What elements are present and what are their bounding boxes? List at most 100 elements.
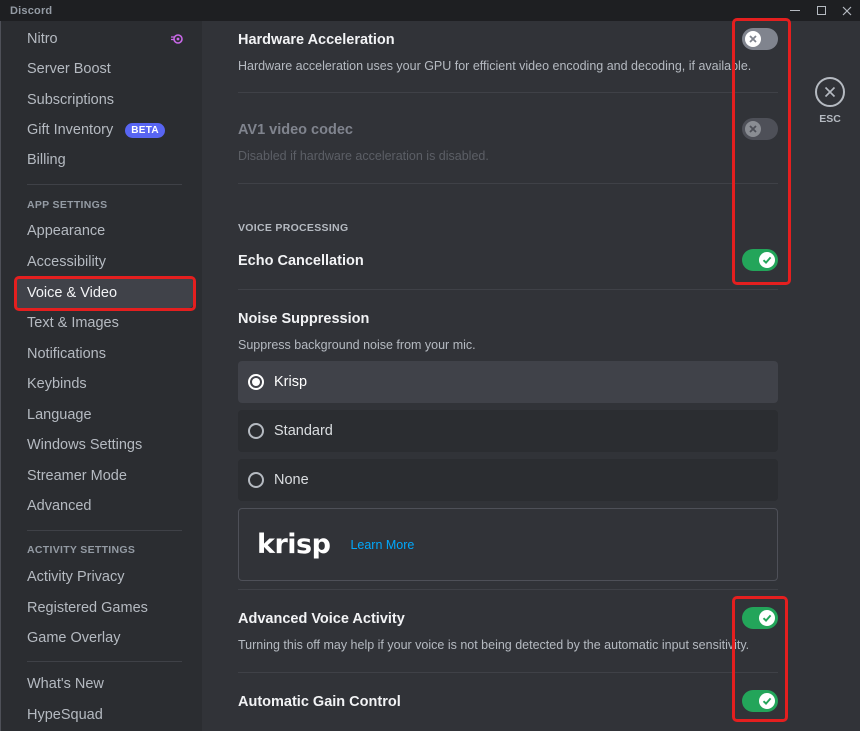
toggle-knob [759, 693, 775, 709]
sidebar-item-nitro[interactable]: Nitro [15, 24, 193, 54]
sidebar-item-label: Streamer Mode [27, 468, 127, 484]
hardware-acceleration-toggle[interactable] [742, 28, 778, 50]
setting-divider [238, 672, 778, 673]
noise-option-standard[interactable]: Standard [238, 410, 778, 452]
sidebar-item-label: What's New [27, 676, 104, 692]
sidebar-item-activity-privacy[interactable]: Activity Privacy [15, 562, 193, 592]
advanced-voice-activity-desc: Turning this off may help if your voice … [238, 638, 750, 652]
toggle-knob [759, 610, 775, 626]
noise-option-none[interactable]: None [238, 459, 778, 501]
close-icon [842, 6, 852, 15]
x-icon [749, 125, 757, 133]
hardware-acceleration-title: Hardware Acceleration [238, 32, 395, 48]
advanced-voice-activity-title: Advanced Voice Activity [238, 611, 405, 627]
sidebar-item-game-overlay[interactable]: Game Overlay [15, 623, 193, 653]
sidebar-item-label: Billing [27, 152, 66, 168]
radio-button [248, 374, 264, 390]
setting-divider [238, 289, 778, 290]
sidebar-item-voice-video[interactable]: Voice & Video [15, 278, 193, 308]
sidebar-item-label: HypeSquad [27, 707, 103, 723]
esc-control: ESC [814, 77, 846, 125]
radio-dot [252, 378, 260, 386]
sidebar-item-gift-inventory[interactable]: Gift Inventory BETA [15, 115, 193, 145]
noise-suppression-desc: Suppress background noise from your mic. [238, 338, 476, 352]
sidebar-item-windows-settings[interactable]: Windows Settings [15, 430, 193, 460]
sidebar-item-advanced[interactable]: Advanced [15, 491, 193, 521]
toggle-knob [745, 121, 761, 137]
echo-cancellation-toggle[interactable] [742, 249, 778, 271]
sidebar-item-billing[interactable]: Billing [15, 145, 193, 175]
av1-codec-toggle[interactable] [742, 118, 778, 140]
app-title: Discord [10, 4, 53, 17]
radio-label: Standard [274, 423, 333, 439]
check-icon [762, 256, 772, 264]
noise-suppression-title: Noise Suppression [238, 311, 370, 327]
x-icon [749, 35, 757, 43]
close-icon [824, 86, 836, 98]
toggle-knob [745, 31, 761, 47]
sidebar-item-whats-new[interactable]: What's New [15, 669, 193, 699]
sidebar-item-accessibility[interactable]: Accessibility [15, 247, 193, 277]
sidebar-item-notifications[interactable]: Notifications [15, 339, 193, 369]
esc-label: ESC [819, 113, 841, 125]
sidebar-item-language[interactable]: Language [15, 400, 193, 430]
beta-badge: BETA [125, 122, 165, 138]
radio-label: Krisp [274, 374, 308, 390]
radio-label: None [274, 472, 309, 488]
sidebar-item-hypesquad[interactable]: HypeSquad [15, 700, 193, 730]
maximize-icon [816, 6, 826, 15]
maximize-button[interactable] [808, 0, 834, 21]
sidebar-item-label: Game Overlay [27, 630, 121, 646]
settings-sidebar: Nitro Server Boost Subscriptions Gift In… [0, 21, 202, 731]
sidebar-item-text-images[interactable]: Text & Images [15, 308, 193, 338]
voice-processing-header: VOICE PROCESSING [238, 222, 349, 234]
esc-close-button[interactable] [815, 77, 845, 107]
sidebar-item-streamer-mode[interactable]: Streamer Mode [15, 461, 193, 491]
sidebar-divider [27, 184, 182, 185]
window-controls [782, 0, 860, 21]
sidebar-item-label: Registered Games [27, 600, 148, 616]
activity-settings-header: ACTIVITY SETTINGS [27, 544, 136, 556]
sidebar-item-subscriptions[interactable]: Subscriptions [15, 85, 193, 115]
minimize-icon [790, 10, 800, 11]
sidebar-item-registered-games[interactable]: Registered Games [15, 593, 193, 623]
setting-divider [238, 92, 778, 93]
sidebar-item-appearance[interactable]: Appearance [15, 216, 193, 246]
sidebar-item-label: Appearance [27, 223, 106, 239]
radio-button [248, 472, 264, 488]
sidebar-item-label: Language [27, 407, 92, 423]
av1-codec-title: AV1 video codec [238, 122, 353, 138]
automatic-gain-control-toggle[interactable] [742, 690, 778, 712]
radio-button [248, 423, 264, 439]
hardware-acceleration-desc: Hardware acceleration uses your GPU for … [238, 59, 752, 73]
echo-cancellation-title: Echo Cancellation [238, 253, 364, 269]
setting-divider [238, 183, 778, 184]
sidebar-item-server-boost[interactable]: Server Boost [15, 54, 193, 84]
minimize-button[interactable] [782, 0, 808, 21]
sidebar-item-label: Advanced [27, 498, 92, 514]
sidebar-item-label: Voice & Video [27, 285, 118, 301]
sidebar-item-label: Windows Settings [27, 437, 143, 453]
sidebar-item-label: Text & Images [27, 315, 119, 331]
sidebar-item-label: Accessibility [27, 254, 106, 270]
title-bar: Discord [0, 0, 860, 21]
sidebar-divider [27, 661, 182, 662]
advanced-voice-activity-toggle[interactable] [742, 607, 778, 629]
setting-divider [238, 589, 778, 590]
app-settings-header: APP SETTINGS [27, 199, 108, 211]
sidebar-item-label: Gift Inventory [27, 122, 114, 138]
sidebar-item-label: Activity Privacy [27, 569, 125, 585]
noise-option-krisp[interactable]: Krisp [238, 361, 778, 403]
av1-codec-desc: Disabled if hardware acceleration is dis… [238, 149, 489, 163]
automatic-gain-control-title: Automatic Gain Control [238, 694, 401, 710]
sidebar-item-label: Keybinds [27, 376, 87, 392]
check-icon [762, 697, 772, 705]
sidebar-item-label: Server Boost [27, 61, 111, 77]
nitro-icon [171, 34, 183, 44]
learn-more-link[interactable]: Learn More [350, 538, 414, 552]
sidebar-item-label: Nitro [27, 31, 58, 47]
check-icon [762, 614, 772, 622]
close-window-button[interactable] [834, 0, 860, 21]
sidebar-item-label: Subscriptions [27, 92, 115, 108]
sidebar-item-keybinds[interactable]: Keybinds [15, 369, 193, 399]
